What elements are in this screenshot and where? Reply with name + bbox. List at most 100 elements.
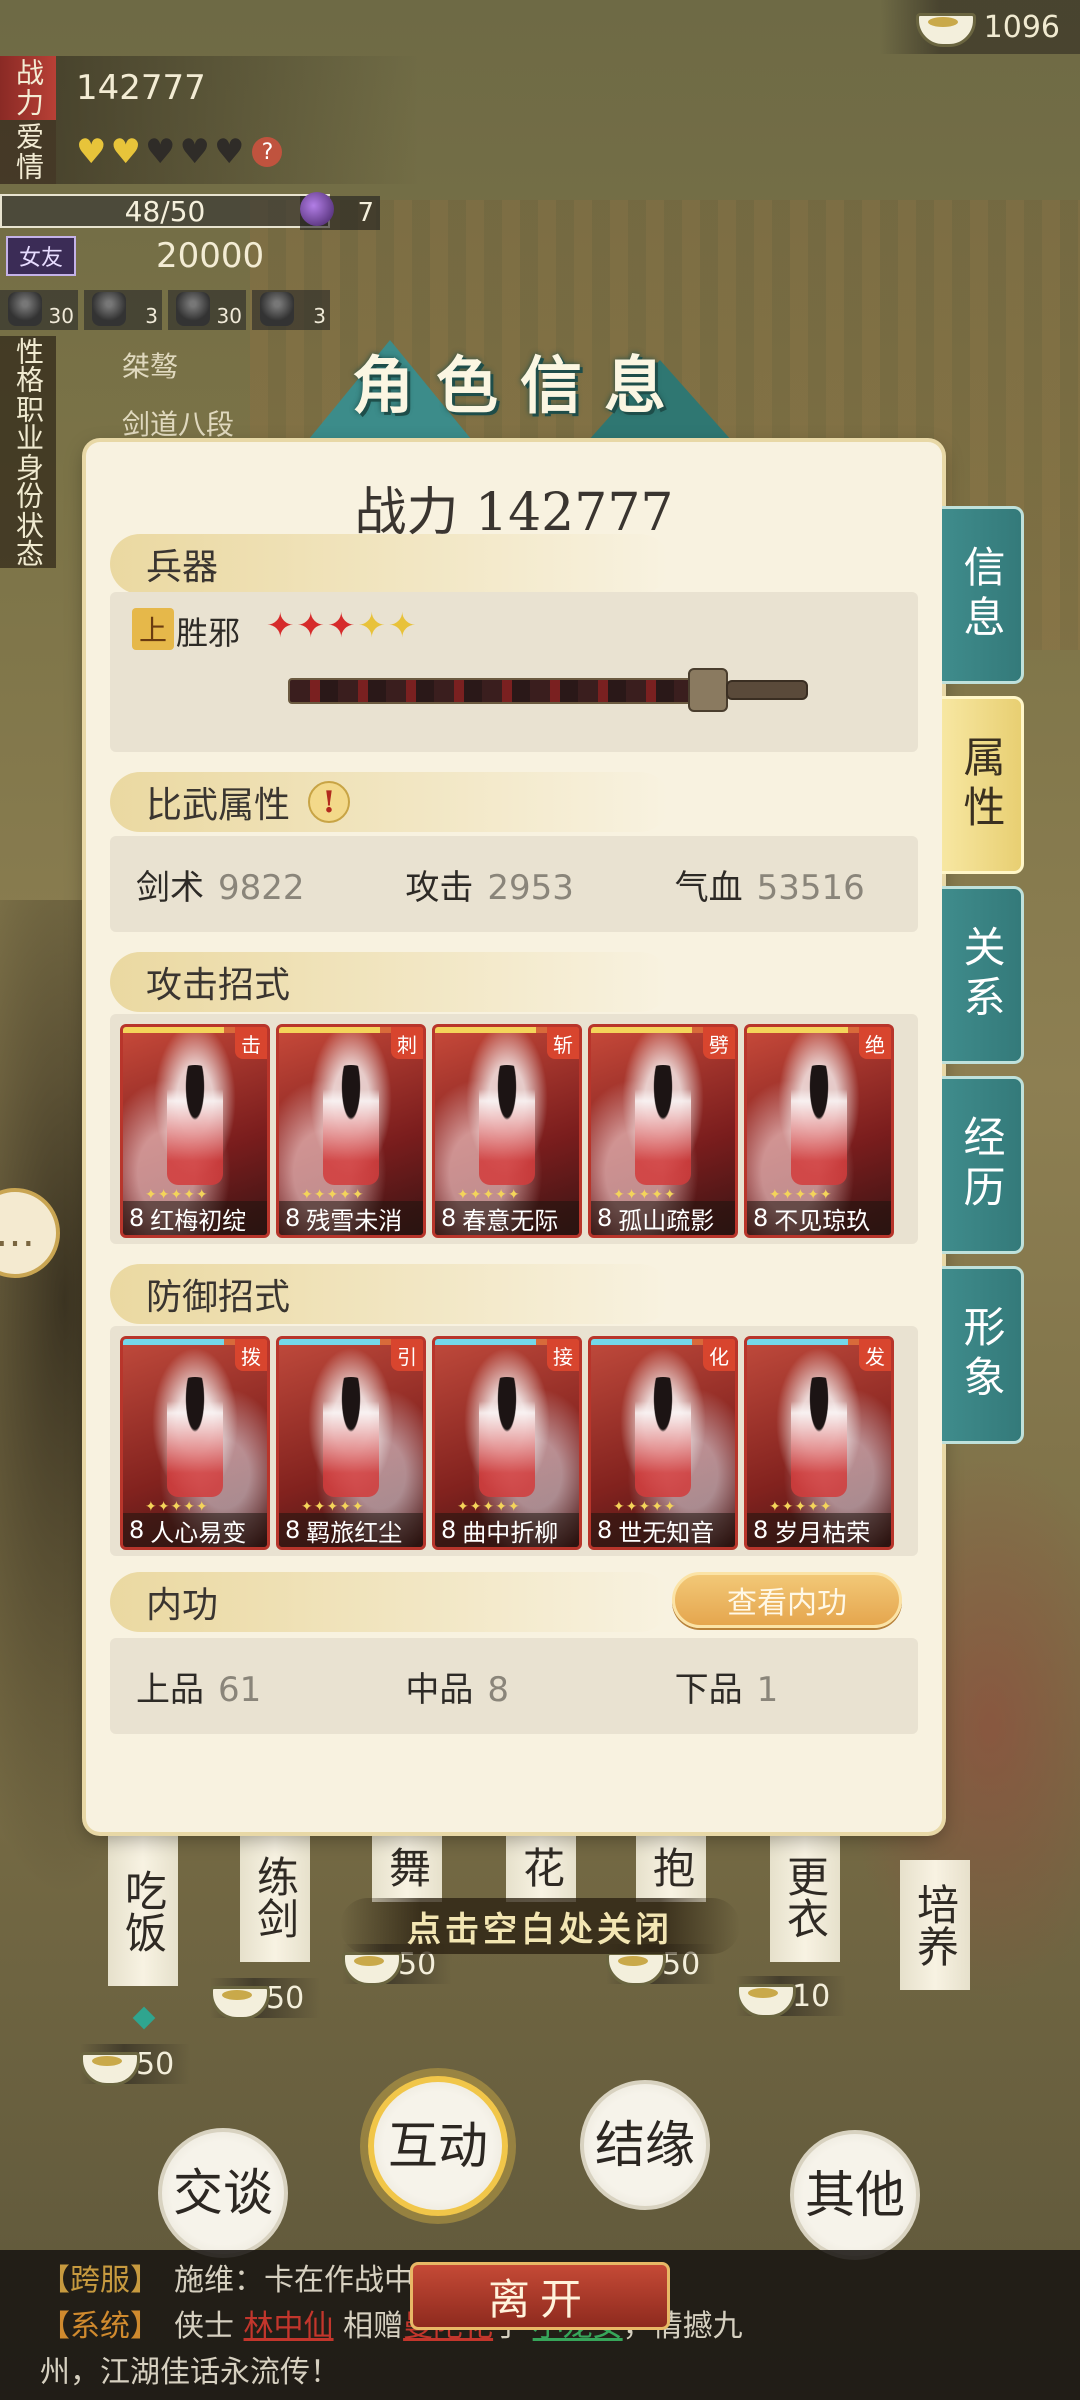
move-label: 8 不见琼玖: [747, 1201, 891, 1235]
move-type-tag: 击: [235, 1027, 267, 1059]
help-icon[interactable]: ?: [252, 137, 283, 167]
attribute-label: 状态: [0, 510, 56, 568]
power-row: 战力 142777: [0, 56, 420, 120]
neigong-section-header: 内功: [110, 1572, 670, 1632]
affection-progress: 48/50: [0, 194, 330, 228]
leave-button[interactable]: 离开: [410, 2262, 670, 2330]
defense-move-card[interactable]: 引 ✦✦✦✦✦ 8 羁旅红尘: [276, 1336, 426, 1550]
move-type-tag: 拨: [235, 1339, 267, 1371]
action-eat-button[interactable]: 吃饭: [108, 1836, 178, 1986]
move-name: 孤山疏影: [618, 1206, 715, 1235]
move-level: 8: [753, 1204, 769, 1232]
move-level: 8: [597, 1204, 613, 1232]
move-name: 春意无际: [462, 1206, 559, 1235]
gear-item[interactable]: 30: [168, 290, 246, 330]
love-hearts: ♥ ♥ ♥ ♥ ♥: [76, 135, 244, 169]
move-label: 8 红梅初绽: [123, 1201, 267, 1235]
action-flower-button[interactable]: 花: [506, 1832, 576, 1902]
weapon-section-header: 兵器: [110, 534, 670, 594]
attribute-value: 桀骜: [122, 350, 179, 383]
defense-move-card[interactable]: 接 ✦✦✦✦✦ 8 曲中折柳: [432, 1336, 582, 1550]
action-change-clothes-button[interactable]: 更衣: [770, 1832, 840, 1962]
action-train-button[interactable]: 培养: [900, 1860, 970, 1990]
move-label: 8 岁月枯荣: [747, 1513, 891, 1547]
move-name: 世无知音: [618, 1518, 715, 1547]
star-icon: ✦: [327, 606, 356, 646]
modal-title: 角色信息: [351, 349, 688, 422]
attack-move-card[interactable]: 刺 ✦✦✦✦✦ 8 残雪未消: [276, 1024, 426, 1238]
character-figure: [635, 1377, 691, 1497]
defense-move-card[interactable]: 拨 ✦✦✦✦✦ 8 人心易变: [120, 1336, 270, 1550]
action-cost: 50: [210, 1978, 321, 2020]
side-tab[interactable]: 经历: [942, 1076, 1024, 1254]
interact-button[interactable]: 互动: [368, 2076, 508, 2216]
friend-row: 女友 20000: [0, 236, 264, 276]
gear-item[interactable]: 3: [84, 290, 162, 330]
alert-icon[interactable]: !: [308, 781, 351, 823]
friend-value: 20000: [156, 236, 265, 276]
character-figure: [323, 1065, 379, 1185]
move-type-tag: 发: [859, 1339, 891, 1371]
action-sword-button[interactable]: 练剑: [240, 1832, 310, 1962]
heart-icon: ♥: [110, 132, 141, 172]
power-value: 142777: [56, 56, 420, 120]
move-level: 8: [129, 1204, 145, 1232]
move-label: 8 羁旅红尘: [279, 1513, 423, 1547]
gear-item[interactable]: 30: [0, 290, 78, 330]
move-type-tag: 斩: [547, 1027, 579, 1059]
heart-icon: ♥: [213, 132, 245, 172]
attack-move-card[interactable]: 劈 ✦✦✦✦✦ 8 孤山疏影: [588, 1024, 738, 1238]
move-type-tag: 接: [547, 1339, 579, 1371]
rice-bowl-icon: [915, 7, 976, 47]
gem-icon: [300, 192, 334, 226]
character-figure: [635, 1065, 691, 1185]
attack-move-card[interactable]: 绝 ✦✦✦✦✦ 8 不见琼玖: [744, 1024, 894, 1238]
side-tab[interactable]: 关系: [942, 886, 1024, 1064]
girlfriend-badge: 女友: [6, 236, 76, 276]
weapon-grade-badge: 上: [132, 608, 174, 650]
attack-moves-section-header: 攻击招式: [110, 952, 670, 1012]
character-figure: [791, 1377, 847, 1497]
rice-bowl-icon: [210, 1980, 270, 2020]
weapon-name: 胜邪: [176, 614, 241, 652]
move-level: 8: [129, 1516, 145, 1544]
close-hint[interactable]: 点击空白处关闭: [340, 1898, 740, 1954]
move-name: 岁月枯荣: [774, 1518, 871, 1547]
side-tab[interactable]: 信息: [942, 506, 1024, 684]
currency-counter: 1096: [880, 0, 1080, 54]
defense-move-card[interactable]: 发 ✦✦✦✦✦ 8 岁月枯荣: [744, 1336, 894, 1550]
move-level: 8: [753, 1516, 769, 1544]
move-name: 人心易变: [150, 1518, 247, 1547]
move-name: 曲中折柳: [462, 1518, 559, 1547]
action-dance-button[interactable]: 舞: [372, 1832, 442, 1902]
view-neigong-button[interactable]: 查看内功: [672, 1572, 902, 1628]
move-label: 8 孤山疏影: [591, 1201, 735, 1235]
combat-section-header: 比武属性 !: [110, 772, 670, 832]
move-level: 8: [441, 1516, 457, 1544]
other-button[interactable]: 其他: [790, 2130, 920, 2260]
attack-move-card[interactable]: 击 ✦✦✦✦✦ 8 红梅初绽: [120, 1024, 270, 1238]
neigong-panel: 上品 61 中品 8 下品 1: [110, 1638, 918, 1734]
bond-button[interactable]: 结缘: [580, 2080, 710, 2210]
talk-button[interactable]: 交谈: [158, 2128, 288, 2258]
neigong-grade: 中品 8: [405, 1669, 509, 1710]
move-type-tag: 引: [391, 1339, 423, 1371]
rice-bowl-icon: [80, 2046, 140, 2086]
move-level: 8: [285, 1516, 301, 1544]
action-hug-button[interactable]: 抱: [636, 1832, 706, 1902]
attack-move-card[interactable]: 斩 ✦✦✦✦✦ 8 春意无际: [432, 1024, 582, 1238]
character-figure: [791, 1065, 847, 1185]
weapon-panel[interactable]: 上 胜邪 ✦ ✦ ✦ ✦ ✦: [110, 592, 918, 752]
attribute-label: 身份: [0, 452, 56, 510]
move-label: 8 残雪未消: [279, 1201, 423, 1235]
move-label: 8 曲中折柳: [435, 1513, 579, 1547]
defense-move-card[interactable]: 化 ✦✦✦✦✦ 8 世无知音: [588, 1336, 738, 1550]
side-tab[interactable]: 属性: [942, 696, 1024, 874]
side-tab[interactable]: 形象: [942, 1266, 1024, 1444]
rice-bowl-icon: [736, 1978, 796, 2018]
star-icon: ✦: [266, 606, 295, 646]
move-name: 残雪未消: [306, 1206, 403, 1235]
move-name: 红梅初绽: [150, 1206, 247, 1235]
heart-icon: ♥: [179, 132, 210, 172]
character-info-modal: 战力 142777 兵器 上 胜邪 ✦ ✦ ✦ ✦ ✦ 比武属性 ! 剑术 9822 攻击…: [86, 442, 942, 1832]
